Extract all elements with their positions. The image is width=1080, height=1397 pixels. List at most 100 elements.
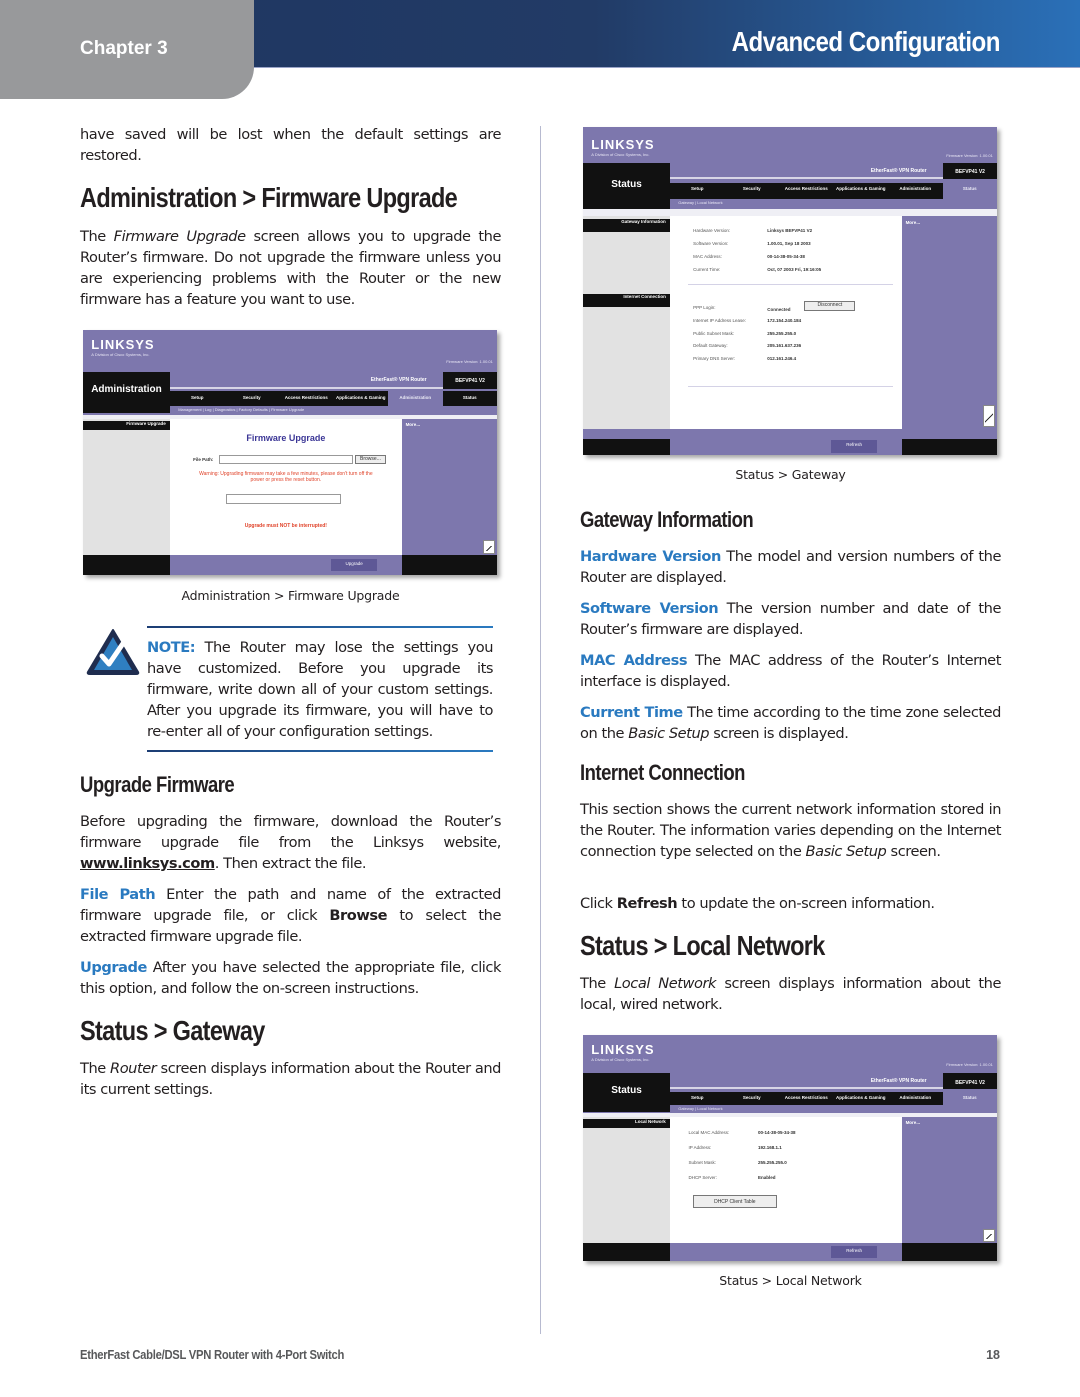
heading-internet-connection: Internet Connection bbox=[580, 760, 745, 785]
upgrade-button[interactable]: Upgrade bbox=[331, 559, 377, 572]
internet-connection-description: This section shows the current network i… bbox=[580, 801, 1001, 860]
tab-security[interactable]: Security bbox=[724, 183, 779, 199]
tab-setup[interactable]: Setup bbox=[670, 1092, 725, 1106]
dhcp-client-table-button[interactable]: DHCP Client Table bbox=[693, 1195, 777, 1208]
firmware-upgrade-screenshot: LINKSYS A Division of Cisco Systems, Inc.… bbox=[83, 330, 497, 575]
refresh-button[interactable]: Refresh bbox=[831, 440, 877, 454]
screen-subtabs[interactable]: Management | Log | Diagnostics | Factory… bbox=[169, 405, 497, 415]
note-rule-top bbox=[147, 626, 493, 628]
sidebar-heading: Local Network bbox=[583, 1118, 670, 1128]
screen-tabs: Setup Security Access Restrictions Appli… bbox=[669, 182, 997, 200]
tab-applications-gaming[interactable]: Applications & Gaming bbox=[833, 183, 888, 199]
firmware-version: Firmware Version: 1.00.01 bbox=[446, 359, 493, 365]
tab-access-restrictions[interactable]: Access Restrictions bbox=[779, 183, 834, 199]
cisco-logo bbox=[982, 405, 996, 427]
tab-administration[interactable]: Administration bbox=[888, 183, 943, 199]
tab-security[interactable]: Security bbox=[224, 391, 279, 406]
warning-text: Warning: Upgrading firmware may take a f… bbox=[199, 471, 373, 484]
screen-subtabs[interactable]: Gateway | Local Network bbox=[669, 199, 997, 209]
linksys-logo: LINKSYS A Division of Cisco Systems, Inc. bbox=[591, 1041, 655, 1062]
intro-continued: have saved will be lost when the default… bbox=[80, 126, 501, 164]
heading-firmware-upgrade: Administration > Firmware Upgrade bbox=[80, 182, 458, 213]
model-name: BEFVP41 V2 bbox=[943, 1073, 997, 1090]
progress-field bbox=[225, 494, 342, 504]
gateway-intro: The Router screen displays information a… bbox=[80, 1060, 501, 1098]
tab-status[interactable]: Status bbox=[443, 391, 497, 406]
chapter-tab: Chapter 3 bbox=[0, 0, 254, 99]
browse-button[interactable]: Browse... bbox=[355, 454, 386, 465]
status-gateway-screenshot: LINKSYS A Division of Cisco Systems, Inc.… bbox=[583, 127, 997, 455]
model-name: BEFVP41 V2 bbox=[443, 371, 497, 389]
interrupt-warning: Upgrade must NOT be interrupted! bbox=[244, 522, 327, 529]
more-link[interactable]: More... bbox=[906, 220, 921, 225]
refresh-button[interactable]: Refresh bbox=[831, 1246, 877, 1258]
file-path-input[interactable] bbox=[218, 454, 354, 465]
more-link[interactable]: More... bbox=[406, 422, 421, 427]
page-number: 18 bbox=[986, 1348, 1000, 1362]
product-name: EtherFast® VPN Router bbox=[870, 168, 927, 174]
mac-address-description: MAC Address The MAC address of the Route… bbox=[580, 652, 1001, 690]
upgrade-intro: Before upgrading the firmware, download … bbox=[80, 813, 501, 872]
firmware-version: Firmware Version: 1.00.01 bbox=[946, 1062, 993, 1068]
tab-administration[interactable]: Administration bbox=[888, 1092, 943, 1106]
upgrade-description: Upgrade After you have selected the appr… bbox=[80, 959, 501, 997]
sidebar-heading: Firmware Upgrade bbox=[83, 420, 170, 431]
local-network-intro: The Local Network screen displays inform… bbox=[580, 975, 1001, 1013]
caption-status-gateway: Status > Gateway bbox=[735, 467, 846, 482]
file-path-label: File Path: bbox=[193, 457, 214, 463]
tab-setup[interactable]: Setup bbox=[670, 183, 725, 199]
footer-product-title: EtherFast Cable/DSL VPN Router with 4-Po… bbox=[80, 1348, 345, 1362]
screen-content: Hardware Version: Linksys BEFVP41 V2 Sof… bbox=[669, 215, 902, 429]
screen-page-name: Status bbox=[611, 179, 642, 191]
screen-content: Local MAC Address: 00-14-38-05-34-38 IP … bbox=[669, 1117, 902, 1243]
section-title: Advanced Configuration bbox=[731, 26, 1001, 57]
more-link[interactable]: More... bbox=[906, 1120, 921, 1125]
heading-status-local-network: Status > Local Network bbox=[580, 930, 825, 961]
heading-upgrade-firmware: Upgrade Firmware bbox=[80, 772, 235, 797]
tab-status[interactable]: Status bbox=[942, 182, 997, 200]
linksys-website-link[interactable]: www.linksys.com bbox=[80, 855, 215, 872]
status-local-network-screenshot: LINKSYS A Division of Cisco Systems, Inc.… bbox=[583, 1035, 997, 1261]
linksys-logo: LINKSYS A Division of Cisco Systems, Inc. bbox=[591, 136, 655, 157]
cisco-logo bbox=[982, 1229, 996, 1242]
file-path-description: File Path Enter the path and name of the… bbox=[80, 886, 501, 945]
product-name: EtherFast® VPN Router bbox=[370, 376, 427, 383]
tab-security[interactable]: Security bbox=[724, 1092, 779, 1106]
disconnect-button[interactable]: Disconnect bbox=[804, 300, 856, 312]
tab-status[interactable]: Status bbox=[942, 1091, 997, 1106]
firmware-version: Firmware Version: 1.00.01 bbox=[946, 153, 993, 159]
cisco-logo bbox=[482, 540, 496, 555]
hardware-version-description: Hardware Version The model and version n… bbox=[580, 548, 1001, 586]
tab-setup[interactable]: Setup bbox=[170, 391, 225, 406]
screen-tabs: Setup Security Access Restrictions Appli… bbox=[669, 1091, 997, 1106]
tab-administration[interactable]: Administration bbox=[388, 391, 443, 406]
note-rule-bottom bbox=[147, 750, 493, 752]
product-name: EtherFast® VPN Router bbox=[870, 1077, 927, 1084]
refresh-description: Click Refresh to update the on-screen in… bbox=[580, 895, 935, 912]
screen-tabs: Setup Security Access Restrictions Appli… bbox=[169, 391, 497, 406]
linksys-logo: LINKSYS A Division of Cisco Systems, Inc. bbox=[91, 337, 155, 358]
screen-content: Firmware Upgrade File Path: Browse... Wa… bbox=[169, 419, 402, 556]
sidebar-heading-gateway: Gateway Information bbox=[583, 218, 670, 232]
firmware-intro: The Firmware Upgrade screen allows you t… bbox=[80, 228, 501, 308]
caption-status-local-network: Status > Local Network bbox=[719, 1273, 862, 1288]
chapter-label: Chapter 3 bbox=[80, 38, 168, 59]
heading-gateway-information: Gateway Information bbox=[580, 507, 754, 532]
checkmark-note-icon bbox=[86, 629, 140, 675]
screen-subtabs[interactable]: Gateway | Local Network bbox=[669, 1105, 997, 1113]
screen-page-name: Administration bbox=[91, 383, 162, 395]
software-version-description: Software Version The version number and … bbox=[580, 600, 1001, 638]
header-rule bbox=[250, 67, 1080, 68]
firmware-upgrade-title: Firmware Upgrade bbox=[246, 433, 326, 444]
tab-applications-gaming[interactable]: Applications & Gaming bbox=[833, 1092, 888, 1106]
tab-applications-gaming[interactable]: Applications & Gaming bbox=[333, 391, 388, 406]
tab-access-restrictions[interactable]: Access Restrictions bbox=[279, 391, 334, 406]
screen-page-name: Status bbox=[611, 1084, 642, 1096]
tab-access-restrictions[interactable]: Access Restrictions bbox=[779, 1092, 834, 1106]
sidebar-heading-internet: Internet Connection bbox=[583, 294, 670, 308]
column-divider bbox=[540, 126, 541, 1334]
model-name: BEFVP41 V2 bbox=[943, 163, 997, 180]
heading-status-gateway: Status > Gateway bbox=[80, 1015, 265, 1046]
note-text: NOTE: The Router may lose the settings y… bbox=[147, 639, 493, 740]
caption-firmware-upgrade: Administration > Firmware Upgrade bbox=[181, 588, 400, 603]
